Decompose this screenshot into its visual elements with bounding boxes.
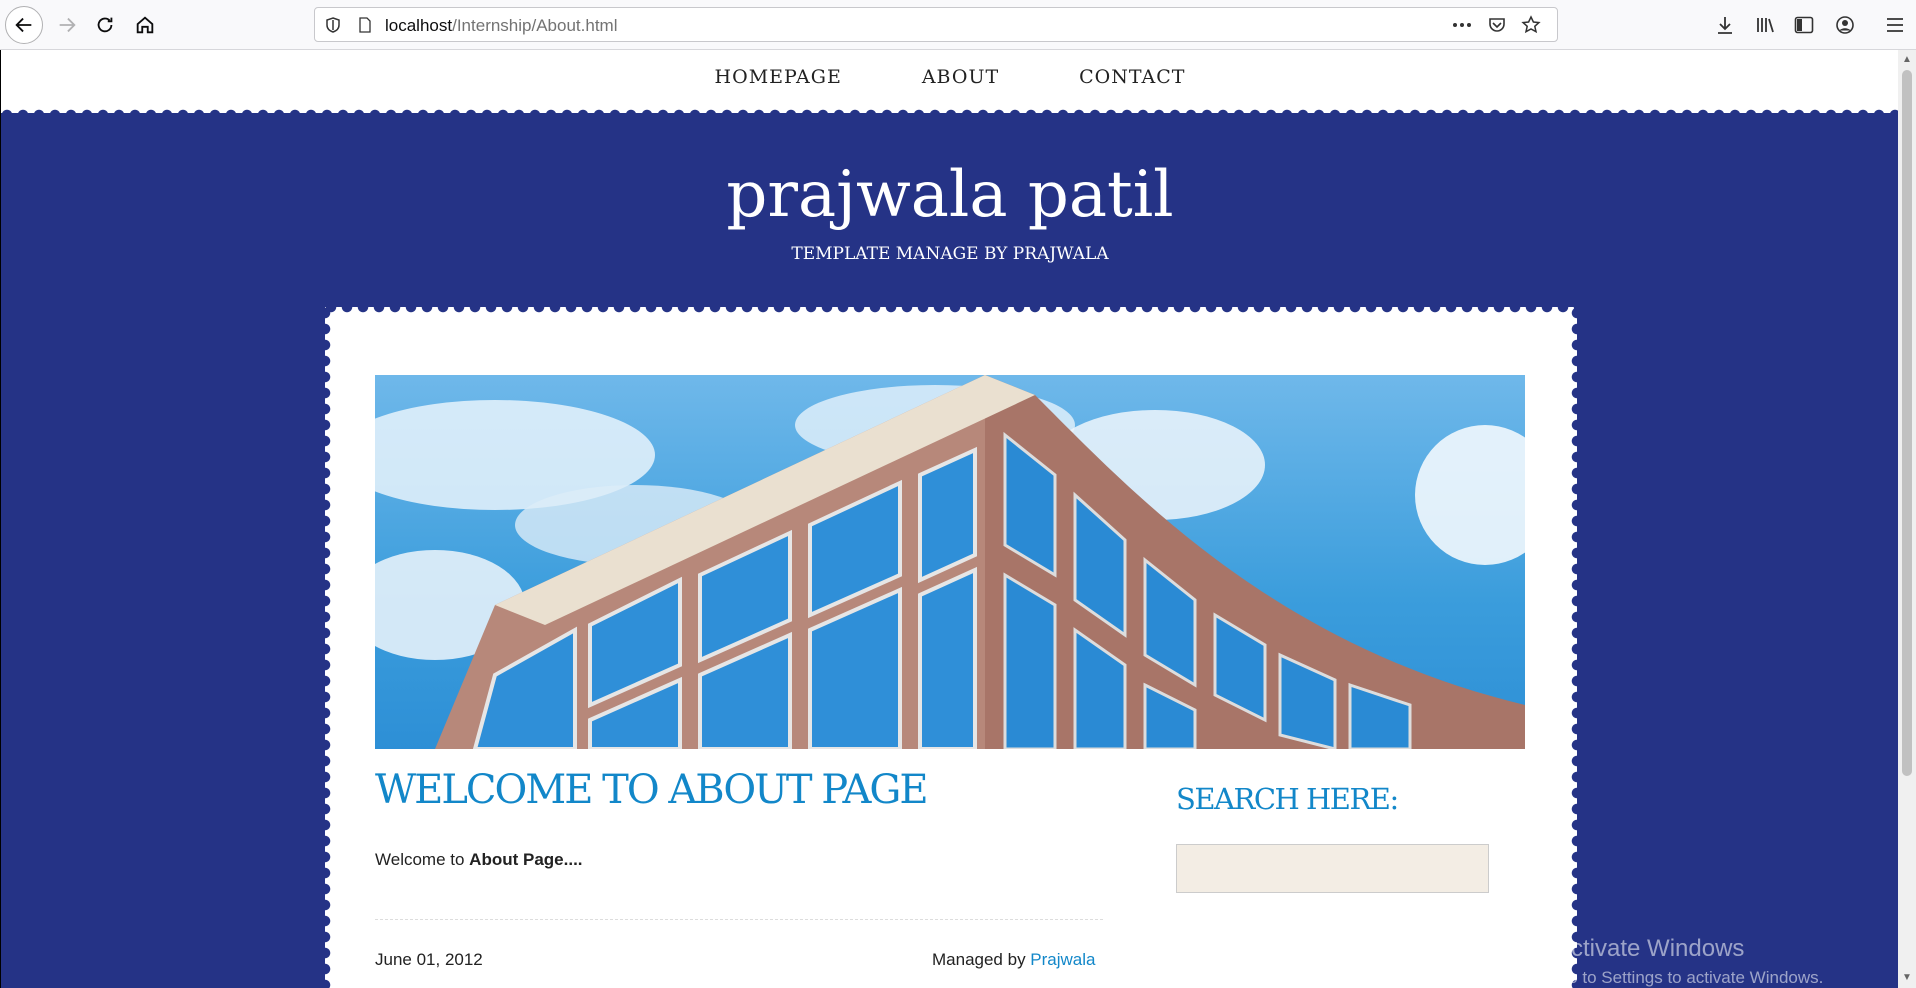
bookmark-star-icon[interactable] [1520, 14, 1542, 36]
reload-icon [97, 17, 113, 33]
shield-icon[interactable] [325, 17, 341, 33]
content-card: WELCOME TO ABOUT PAGE Welcome to About P… [319, 301, 1583, 988]
welcome-text-prefix: Welcome to [375, 850, 470, 869]
nav-about[interactable]: ABOUT [922, 66, 999, 88]
search-input[interactable] [1176, 844, 1489, 893]
card-edge-left [319, 307, 331, 988]
activate-windows-subtitle: Go to Settings to activate Windows. [1555, 968, 1824, 987]
home-button[interactable] [126, 6, 164, 44]
browser-toolbar: localhost/Internship/About.html [0, 0, 1916, 50]
url-text[interactable]: localhost/Internship/About.html [385, 16, 617, 36]
nav-homepage[interactable]: HOMEPAGE [715, 66, 842, 88]
scrollbar-thumb[interactable] [1902, 70, 1912, 776]
download-icon[interactable] [1712, 12, 1738, 38]
page: HOMEPAGE ABOUT CONTACT prajwala patil TE… [0, 50, 1898, 988]
pocket-icon[interactable] [1486, 14, 1508, 36]
scroll-up-icon[interactable]: ▲ [1902, 54, 1912, 65]
more-actions-icon[interactable] [1451, 14, 1473, 36]
arrow-left-icon [15, 17, 32, 33]
site-title: prajwala patil [726, 158, 1174, 232]
managed-by-prefix: Managed by [932, 950, 1031, 969]
forward-button[interactable] [48, 6, 86, 44]
page-heading: WELCOME TO ABOUT PAGE [375, 767, 929, 813]
home-icon [136, 16, 154, 34]
scallop-edge [1, 109, 1898, 121]
library-icon[interactable] [1752, 12, 1778, 38]
card-edge-right [1571, 307, 1583, 988]
top-navigation: HOMEPAGE ABOUT CONTACT [1, 50, 1898, 113]
welcome-text: Welcome to About Page.... [375, 850, 583, 870]
arrow-right-icon [59, 17, 76, 33]
activate-windows-title: Activate Windows [1555, 935, 1745, 962]
url-path: /Internship/About.html [452, 16, 618, 35]
hero-building-image [375, 375, 1525, 749]
managed-by: Managed by Prajwala [932, 950, 1096, 970]
scroll-down-icon[interactable]: ▼ [1902, 972, 1912, 983]
nav-contact[interactable]: CONTACT [1079, 66, 1185, 88]
welcome-text-bold: About Page.... [469, 850, 583, 869]
url-bar[interactable]: localhost/Internship/About.html [314, 7, 1558, 42]
managed-by-link[interactable]: Prajwala [1030, 950, 1095, 969]
search-heading: SEARCH HERE: [1176, 782, 1399, 816]
reload-button[interactable] [86, 6, 124, 44]
menu-icon[interactable] [1882, 12, 1908, 38]
account-icon[interactable] [1832, 12, 1858, 38]
sidebar-icon[interactable] [1791, 12, 1817, 38]
back-button[interactable] [5, 6, 43, 44]
page-icon[interactable] [357, 17, 373, 33]
url-host: localhost [385, 16, 453, 35]
post-date: June 01, 2012 [375, 950, 483, 969]
site-subtitle: TEMPLATE MANAGE BY PRAJWALA [791, 244, 1109, 264]
divider [375, 919, 1103, 920]
